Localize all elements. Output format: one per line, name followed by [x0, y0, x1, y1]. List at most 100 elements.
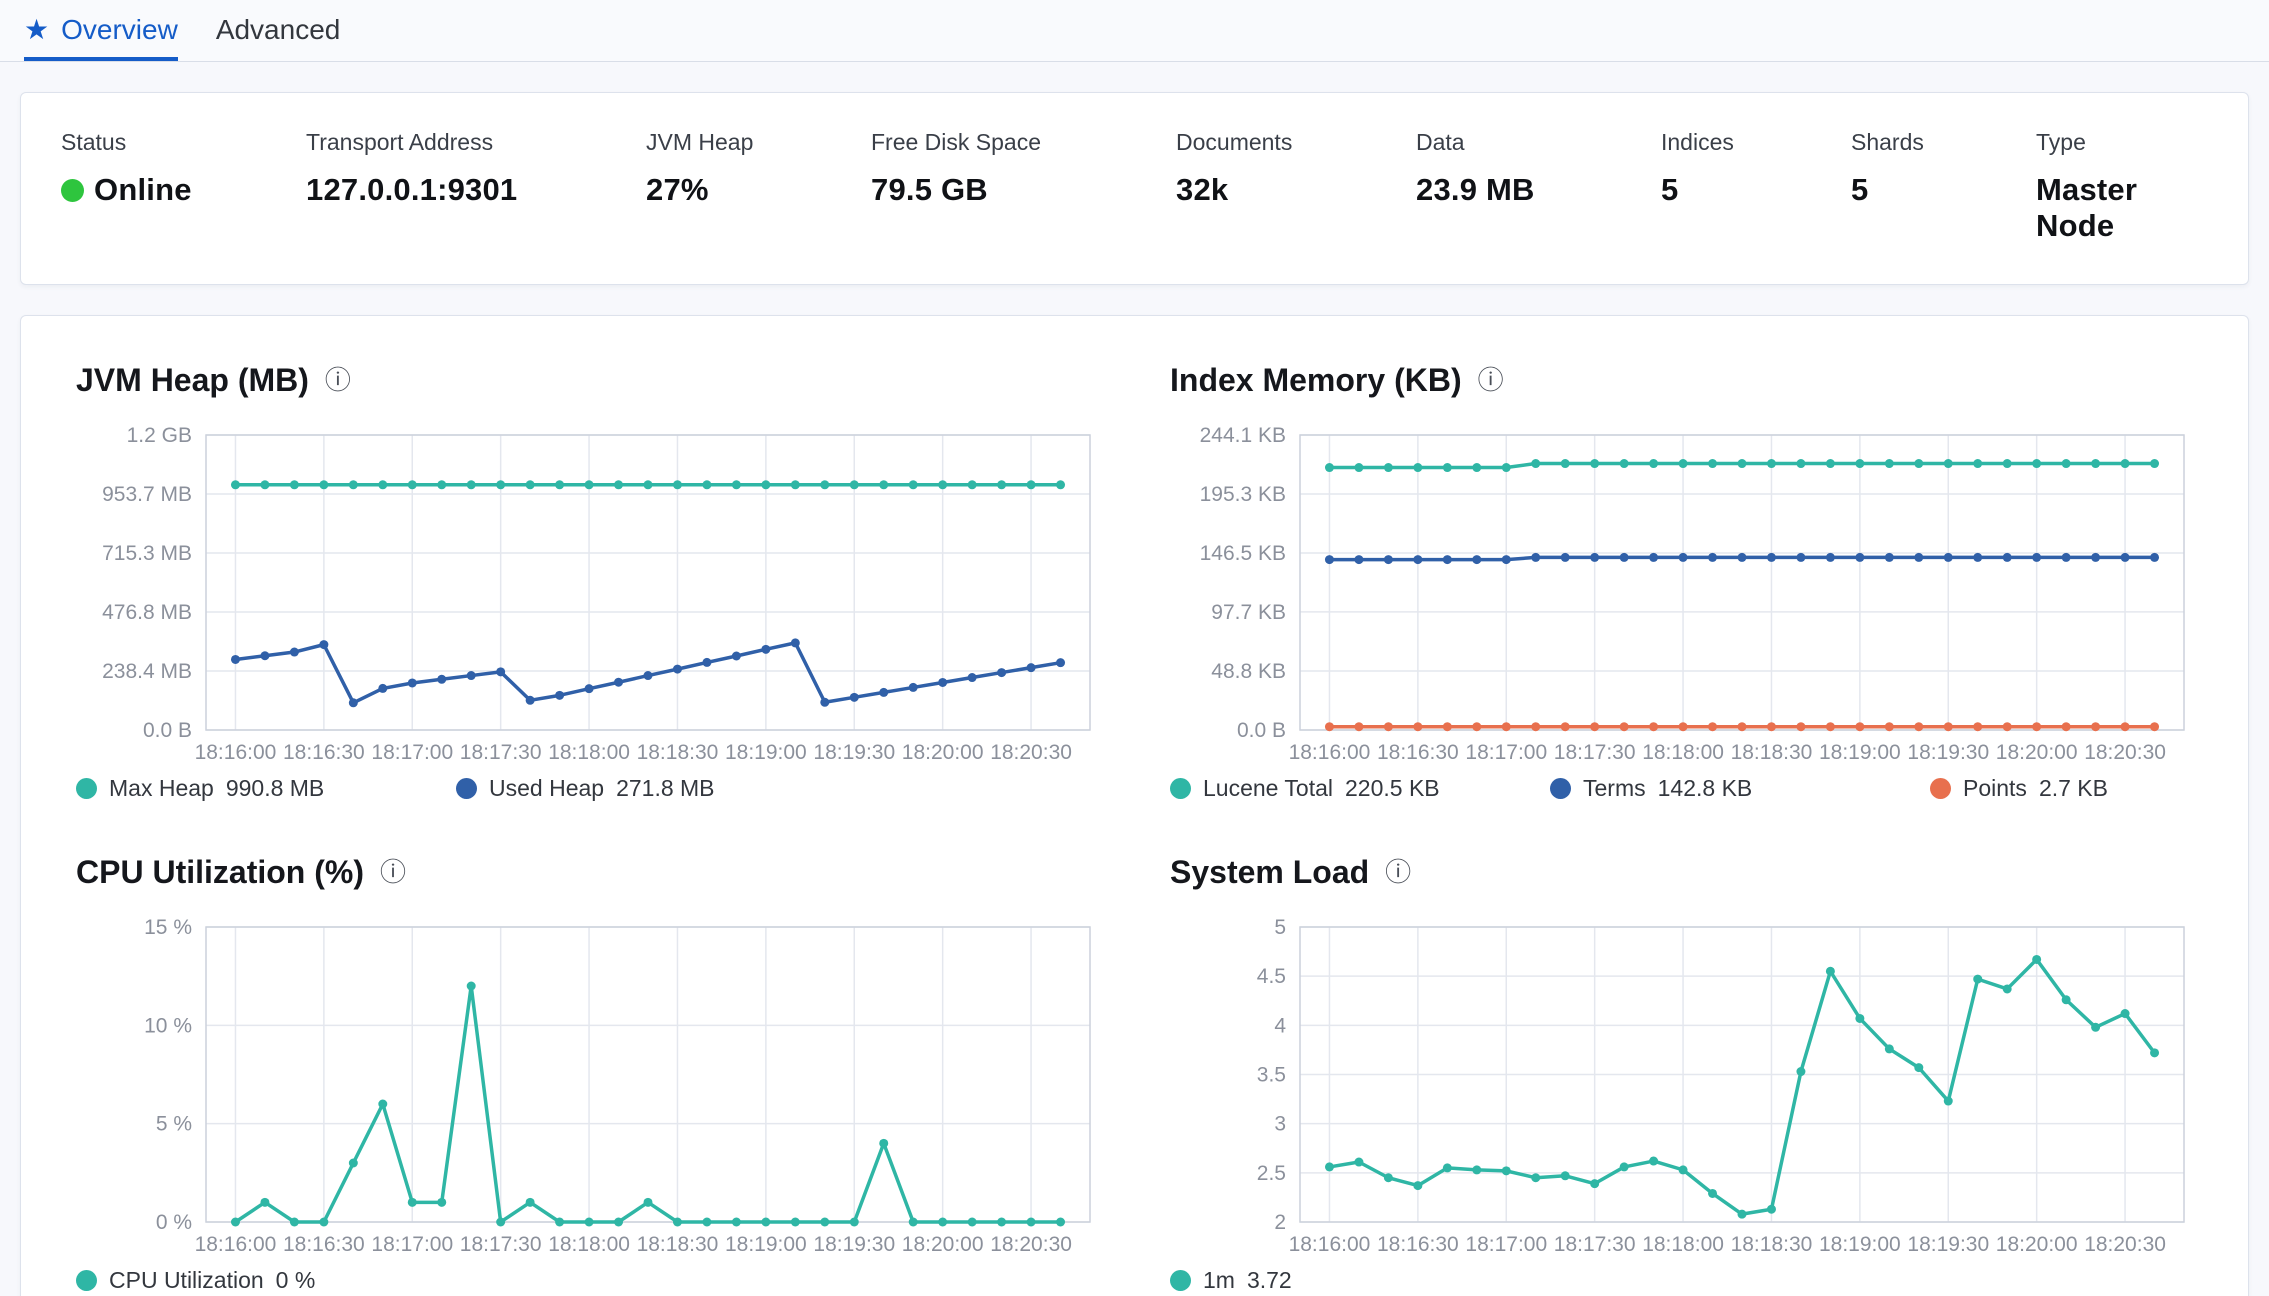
svg-text:3: 3 [1274, 1113, 1286, 1136]
legend-name: Max Heap [109, 775, 214, 801]
svg-text:18:19:30: 18:19:30 [1907, 741, 1989, 764]
cpu-utilization-legend: CPU Utilization 0 % [76, 1267, 1100, 1294]
status-item-value: 32k [1176, 172, 1416, 208]
status-item-value: Master Node [2036, 172, 2208, 244]
chart-title: JVM Heap (MB) [76, 362, 309, 398]
system-load-plot[interactable]: 2 2.5 3 3.5 4 4.5 5 18:16:00 18:16:30 18:17:00 18:… [1170, 913, 2194, 1265]
status-item-documents: Documents 32k [1176, 129, 1416, 208]
svg-text:195.3 KB: 195.3 KB [1200, 483, 1286, 506]
svg-text:18:16:00: 18:16:00 [1289, 1233, 1371, 1256]
svg-text:15 %: 15 % [144, 916, 192, 939]
status-item-jvm-heap: JVM Heap 27% [646, 129, 871, 208]
svg-text:18:18:00: 18:18:00 [548, 741, 630, 764]
svg-text:18:16:00: 18:16:00 [195, 741, 277, 764]
svg-text:18:20:00: 18:20:00 [1996, 741, 2078, 764]
legend-dot-icon [1170, 1270, 1191, 1291]
status-item-transport-address: Transport Address 127.0.0.1:9301 [306, 129, 646, 208]
svg-text:18:20:30: 18:20:30 [2084, 741, 2166, 764]
status-item-label: Indices [1661, 129, 1734, 155]
svg-text:18:20:00: 18:20:00 [1996, 1233, 2078, 1256]
chart-title: Index Memory (KB) [1170, 362, 1462, 398]
status-item-value-text: Online [94, 172, 192, 207]
legend-value: 3.72 [1246, 1267, 1292, 1293]
charts-grid: JVM Heap (MB) ⓘ 0.0 B 238.4 MB 476.8 MB 715… [76, 362, 2193, 1294]
status-item-value: 5 [1851, 172, 2036, 208]
svg-text:18:20:30: 18:20:30 [990, 1233, 1072, 1256]
legend-item-lucene-total: Lucene Total 220.5 KB [1170, 775, 1550, 802]
jvm-heap-plot[interactable]: 0.0 B 238.4 MB 476.8 MB 715.3 MB 953.7 MB 1.2… [76, 421, 1100, 773]
svg-text:18:17:00: 18:17:00 [371, 1233, 453, 1256]
status-item-label: Documents [1176, 129, 1293, 155]
svg-text:18:16:30: 18:16:30 [1377, 741, 1459, 764]
status-item-value: 27% [646, 172, 871, 208]
status-item-value: 79.5 GB [871, 172, 1176, 208]
legend-item-max-heap: Max Heap 990.8 MB [76, 775, 456, 802]
status-item-value-text: 32k [1176, 172, 1229, 207]
legend-name: Points [1963, 775, 2027, 801]
svg-text:0.0 B: 0.0 B [143, 719, 192, 742]
info-icon[interactable]: ⓘ [1478, 368, 1504, 394]
svg-text:18:19:30: 18:19:30 [1907, 1233, 1989, 1256]
svg-text:18:20:00: 18:20:00 [902, 1233, 984, 1256]
svg-text:4: 4 [1274, 1014, 1286, 1037]
legend-dot-icon [1550, 778, 1571, 799]
svg-text:2.5: 2.5 [1257, 1162, 1286, 1185]
chart-index-memory: Index Memory (KB) ⓘ 0.0 B 48.8 KB 97.7 KB 1… [1170, 362, 2269, 802]
chart-title: CPU Utilization (%) [76, 854, 364, 890]
info-icon[interactable]: ⓘ [325, 368, 351, 394]
svg-text:18:19:30: 18:19:30 [813, 1233, 895, 1256]
status-bar: Status Online Transport Address 127.0.0.1:9… [20, 92, 2249, 285]
svg-text:18:19:30: 18:19:30 [813, 741, 895, 764]
svg-text:18:17:00: 18:17:00 [1465, 741, 1547, 764]
svg-text:18:18:00: 18:18:00 [1642, 1233, 1724, 1256]
tab-overview-label: Overview [61, 14, 178, 45]
index-memory-plot[interactable]: 0.0 B 48.8 KB 97.7 KB 146.5 KB 195.3 KB 244.1… [1170, 421, 2194, 773]
svg-text:18:16:30: 18:16:30 [283, 741, 365, 764]
legend-value: 220.5 KB [1345, 775, 1440, 801]
svg-text:18:20:30: 18:20:30 [2084, 1233, 2166, 1256]
svg-text:18:19:00: 18:19:00 [725, 741, 807, 764]
chart-jvm-heap: JVM Heap (MB) ⓘ 0.0 B 238.4 MB 476.8 MB 715… [76, 362, 1100, 802]
legend-name: Used Heap [489, 775, 605, 801]
svg-text:18:17:00: 18:17:00 [1465, 1233, 1547, 1256]
series-lucene-total [1324, 459, 2160, 473]
chart-cpu-utilization: CPU Utilization (%) ⓘ 0 % 5 % 10 % 15 % 18:1… [76, 854, 1100, 1294]
star-icon: ★ [24, 14, 50, 45]
svg-text:18:16:30: 18:16:30 [1377, 1233, 1459, 1256]
svg-text:18:19:00: 18:19:00 [1819, 741, 1901, 764]
info-icon[interactable]: ⓘ [380, 860, 406, 886]
legend-dot-icon [76, 778, 97, 799]
cpu-utilization-plot[interactable]: 0 % 5 % 10 % 15 % 18:16:00 18:16:30 18:17:00 18… [76, 913, 1100, 1265]
legend-item-points: Points 2.7 KB [1930, 775, 2269, 802]
legend-item-cpu-utilization: CPU Utilization 0 % [76, 1267, 456, 1294]
series-points [1324, 722, 2160, 732]
status-item-value: 5 [1661, 172, 1851, 208]
charts-panel: JVM Heap (MB) ⓘ 0.0 B 238.4 MB 476.8 MB 715… [20, 315, 2249, 1296]
status-item-shards: Shards 5 [1851, 129, 2036, 208]
svg-text:146.5 KB: 146.5 KB [1200, 542, 1286, 565]
tab-advanced[interactable]: Advanced [216, 13, 341, 61]
series-used-heap [230, 638, 1066, 708]
legend-item-terms: Terms 142.8 KB [1550, 775, 1930, 802]
status-item-label: JVM Heap [646, 129, 754, 155]
svg-text:18:16:00: 18:16:00 [195, 1233, 277, 1256]
legend-item-1m: 1m 3.72 [1170, 1267, 1550, 1294]
status-item-free-disk-space: Free Disk Space 79.5 GB [871, 129, 1176, 208]
svg-text:18:18:30: 18:18:30 [1731, 741, 1813, 764]
status-item-value-text: Master Node [2036, 172, 2138, 243]
tab-overview[interactable]: ★ Overview [24, 13, 178, 61]
health-dot-icon [61, 178, 84, 202]
system-load-legend: 1m 3.72 [1170, 1267, 2269, 1294]
status-item-value-text: 5 [1661, 172, 1679, 207]
status-item-type: Type Master Node [2036, 129, 2208, 244]
svg-text:953.7 MB: 953.7 MB [102, 483, 192, 506]
status-item-value-text: 79.5 GB [871, 172, 988, 207]
svg-text:97.7 KB: 97.7 KB [1211, 601, 1286, 624]
legend-value: 0 % [275, 1267, 316, 1293]
status-item-value: 23.9 MB [1416, 172, 1661, 208]
chart-system-load: System Load ⓘ 2 2.5 3 3.5 4 4.5 5 18:16:00 18:16… [1170, 854, 2269, 1294]
status-item-value-text: 23.9 MB [1416, 172, 1535, 207]
info-icon[interactable]: ⓘ [1385, 860, 1411, 886]
svg-text:18:17:00: 18:17:00 [371, 741, 453, 764]
legend-item-used-heap: Used Heap 271.8 MB [456, 775, 836, 802]
